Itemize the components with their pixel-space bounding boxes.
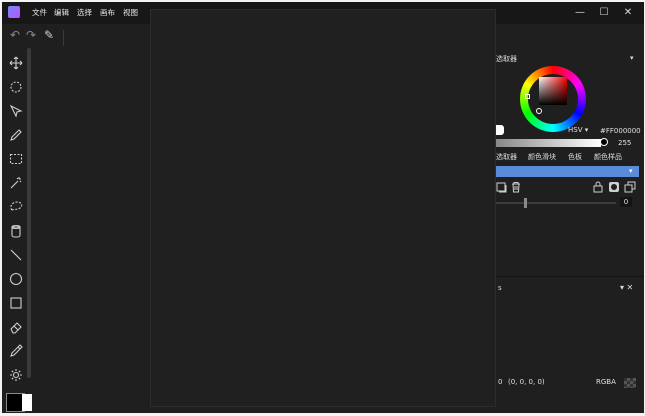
toolbar-divider — [63, 30, 64, 46]
eraser-icon[interactable] — [9, 320, 23, 334]
color-mode-select[interactable]: HSV ▾ — [568, 126, 588, 134]
line-icon[interactable] — [9, 248, 23, 262]
mask-icon[interactable] — [608, 181, 620, 193]
current-color-chip — [496, 125, 504, 135]
tab-color-sliders[interactable]: 颜色滑块 — [528, 152, 556, 162]
menu-edit[interactable]: 编辑 — [54, 7, 69, 18]
layer-dropdown-arrow[interactable]: ▾ — [629, 167, 633, 175]
menu-select[interactable]: 选择 — [77, 7, 92, 18]
hex-value[interactable]: #FF000000 — [600, 127, 641, 135]
tool-strip-scrollbar[interactable] — [27, 48, 31, 378]
menu-file[interactable]: 文件 — [32, 7, 47, 18]
right-dock: 选取器 ▾ HSV ▾ #FF000000 255 选取器 颜色滑块 色板 颜色… — [496, 48, 644, 413]
tab-color-samples[interactable]: 颜色样品 — [594, 152, 622, 162]
lasso-rotate-icon[interactable] — [9, 80, 23, 94]
bottom-panel-controls[interactable]: ▾ ✕ — [620, 283, 633, 292]
color-panel-dropdown[interactable]: ▾ — [630, 54, 634, 62]
layer-actions — [496, 181, 644, 195]
sv-marker[interactable] — [536, 108, 542, 114]
color-panel-title: 选取器 — [496, 55, 517, 63]
tool-strip — [4, 48, 28, 388]
app-window: 文件 编辑 选择 画布 视图 — ☐ ✕ ↶ ↷ ✎ 选取器 ▾ HSV ▾ #… — [2, 2, 644, 413]
pencil-icon[interactable] — [9, 128, 23, 142]
transparency-preview — [624, 378, 636, 388]
duplicate-icon[interactable] — [624, 181, 636, 193]
drawing-canvas[interactable] — [150, 9, 496, 407]
undo-icon[interactable]: ↶ — [8, 28, 22, 42]
redo-icon[interactable]: ↷ — [24, 28, 38, 42]
magic-wand-icon[interactable] — [9, 176, 23, 190]
select-arrow-icon[interactable] — [9, 104, 23, 118]
color-format-select[interactable]: RGBA — [596, 378, 616, 386]
rectangle-icon[interactable] — [9, 296, 23, 310]
menu-view[interactable]: 视图 — [123, 7, 138, 18]
opacity-slider[interactable] — [496, 202, 616, 204]
bucket-icon[interactable] — [9, 224, 23, 238]
minimize-button[interactable]: — — [572, 6, 588, 20]
brightness-icon[interactable] — [9, 368, 23, 382]
background-color-swatch[interactable] — [22, 394, 32, 411]
saturation-value-square[interactable] — [539, 77, 567, 105]
opacity-value[interactable]: 0 — [620, 197, 632, 207]
free-lasso-icon[interactable] — [9, 200, 23, 214]
opacity-slider-knob[interactable] — [524, 198, 527, 208]
menu-canvas[interactable]: 画布 — [100, 7, 115, 18]
alpha-value[interactable]: 255 — [618, 139, 631, 147]
alpha-slider[interactable] — [496, 139, 601, 147]
maximize-button[interactable]: ☐ — [596, 6, 612, 20]
tab-picker[interactable]: 选取器 — [496, 152, 517, 162]
bottom-panel-title: s — [498, 284, 502, 292]
alpha-slider-knob[interactable] — [600, 138, 608, 146]
delete-icon[interactable] — [510, 181, 522, 193]
status-coordinate: 0 — [498, 378, 503, 386]
rect-select-icon[interactable] — [9, 152, 23, 166]
tab-palette[interactable]: 色板 — [568, 152, 582, 162]
panel-divider — [496, 276, 644, 277]
pixel-status-bar: 0 (0, 0, 0, 0) — [496, 375, 644, 389]
color-tabs: 选取器 颜色滑块 色板 颜色样品 — [496, 152, 644, 164]
hue-marker[interactable] — [525, 94, 530, 99]
ellipse-icon[interactable] — [9, 272, 23, 286]
add-layer-icon[interactable] — [496, 181, 508, 193]
layer-dropdown[interactable] — [496, 166, 639, 177]
edit-icon[interactable]: ✎ — [42, 28, 56, 42]
move-icon[interactable] — [9, 56, 23, 70]
close-button[interactable]: ✕ — [620, 6, 636, 20]
app-logo-icon — [8, 6, 20, 18]
status-rgba-values: (0, 0, 0, 0) — [508, 378, 545, 386]
lock-icon[interactable] — [592, 181, 604, 193]
top-toolbar: ↶ ↷ ✎ — [2, 24, 152, 48]
eyedropper-icon[interactable] — [9, 344, 23, 358]
